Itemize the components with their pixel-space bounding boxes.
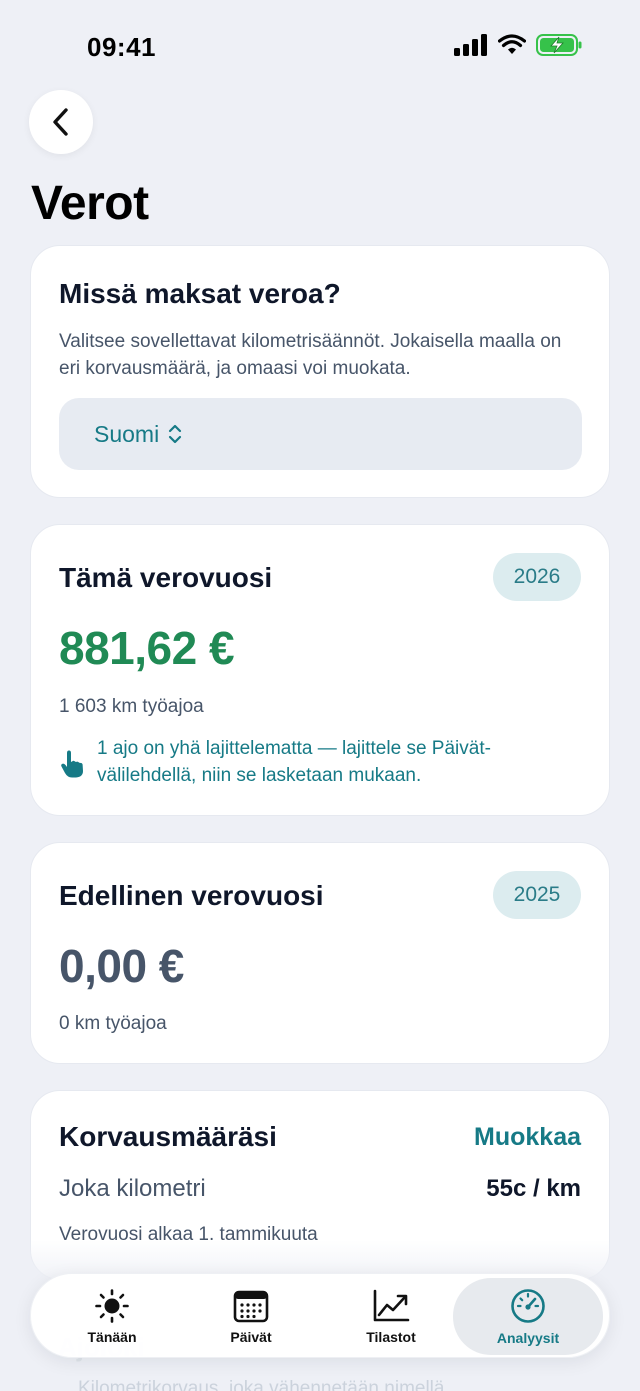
country-card-title: Missä maksat veroa? <box>59 278 341 309</box>
rate-value: 55c / km <box>486 1175 581 1202</box>
tab-analytics[interactable]: Analyysit <box>453 1278 603 1355</box>
chevron-left-icon <box>53 108 68 136</box>
rate-card-title: Korvausmääräsi <box>59 1121 277 1152</box>
country-select-value: Suomi <box>94 420 160 447</box>
tab-stats[interactable]: Tilastot <box>326 1278 456 1355</box>
year-badge: 2026 <box>493 553 581 601</box>
tab-today-label: Tänään <box>87 1328 137 1345</box>
tab-days-label: Päivät <box>230 1328 272 1345</box>
country-select[interactable]: Suomi <box>59 398 582 470</box>
current-year-km: 1 603 km työajoa <box>59 696 204 717</box>
hand-tap-icon <box>61 750 83 778</box>
rate-row: Joka kilometri 55c / km <box>59 1175 581 1203</box>
status-icons <box>454 34 582 56</box>
gauge-icon <box>511 1288 545 1323</box>
wifi-icon <box>498 34 526 54</box>
chevron-up-down-icon <box>169 424 182 444</box>
previous-year-km: 0 km työajoa <box>59 1013 167 1034</box>
tab-analytics-label: Analyysit <box>496 1329 560 1346</box>
tab-days[interactable]: Päivät <box>186 1278 316 1355</box>
chart-icon <box>373 1289 410 1321</box>
year-badge: 2025 <box>493 871 581 919</box>
edit-rate-button[interactable]: Muokkaa <box>474 1123 581 1152</box>
tab-stats-label: Tilastot <box>366 1328 416 1345</box>
current-year-title: Tämä verovuosi <box>59 562 273 593</box>
calendar-icon <box>233 1290 269 1322</box>
status-time: 09:41 <box>87 32 156 62</box>
unsorted-trip-notice-text: 1 ajo on yhä lajittelematta — lajittele … <box>97 738 491 786</box>
sun-icon <box>95 1288 129 1323</box>
previous-year-amount: 0,00 € <box>59 940 184 992</box>
signal-icon <box>454 34 487 56</box>
battery-charging-icon <box>536 34 582 56</box>
previous-year-title: Edellinen verovuosi <box>59 880 324 911</box>
back-button[interactable] <box>29 90 93 154</box>
unsorted-trip-notice[interactable]: 1 ajo on yhä lajittelematta — lajittele … <box>59 735 579 789</box>
rate-card-header: Korvausmääräsi Muokkaa <box>59 1121 581 1153</box>
previous-tax-year-card[interactable]: Edellinen verovuosi 2025 0,00 € 0 km työ… <box>30 842 610 1064</box>
current-tax-year-card[interactable]: Tämä verovuosi 2026 881,62 € 1 603 km ty… <box>30 524 610 816</box>
hidden-section-text: Kilometrikorvaus, joka vähennetään nimel… <box>78 1378 445 1391</box>
tab-bar: Tänään Päivät Tilastot Analyysit <box>30 1273 610 1358</box>
country-card-description: Valitsee sovellettavat kilometrisäännöt.… <box>59 331 562 379</box>
current-year-amount: 881,62 € <box>59 622 235 674</box>
rate-label: Joka kilometri <box>59 1175 206 1202</box>
status-bar: 09:41 <box>0 0 640 90</box>
page-title: Verot <box>31 177 149 230</box>
country-card: Missä maksat veroa? Valitsee sovellettav… <box>30 245 610 498</box>
tab-today[interactable]: Tänään <box>47 1278 177 1355</box>
